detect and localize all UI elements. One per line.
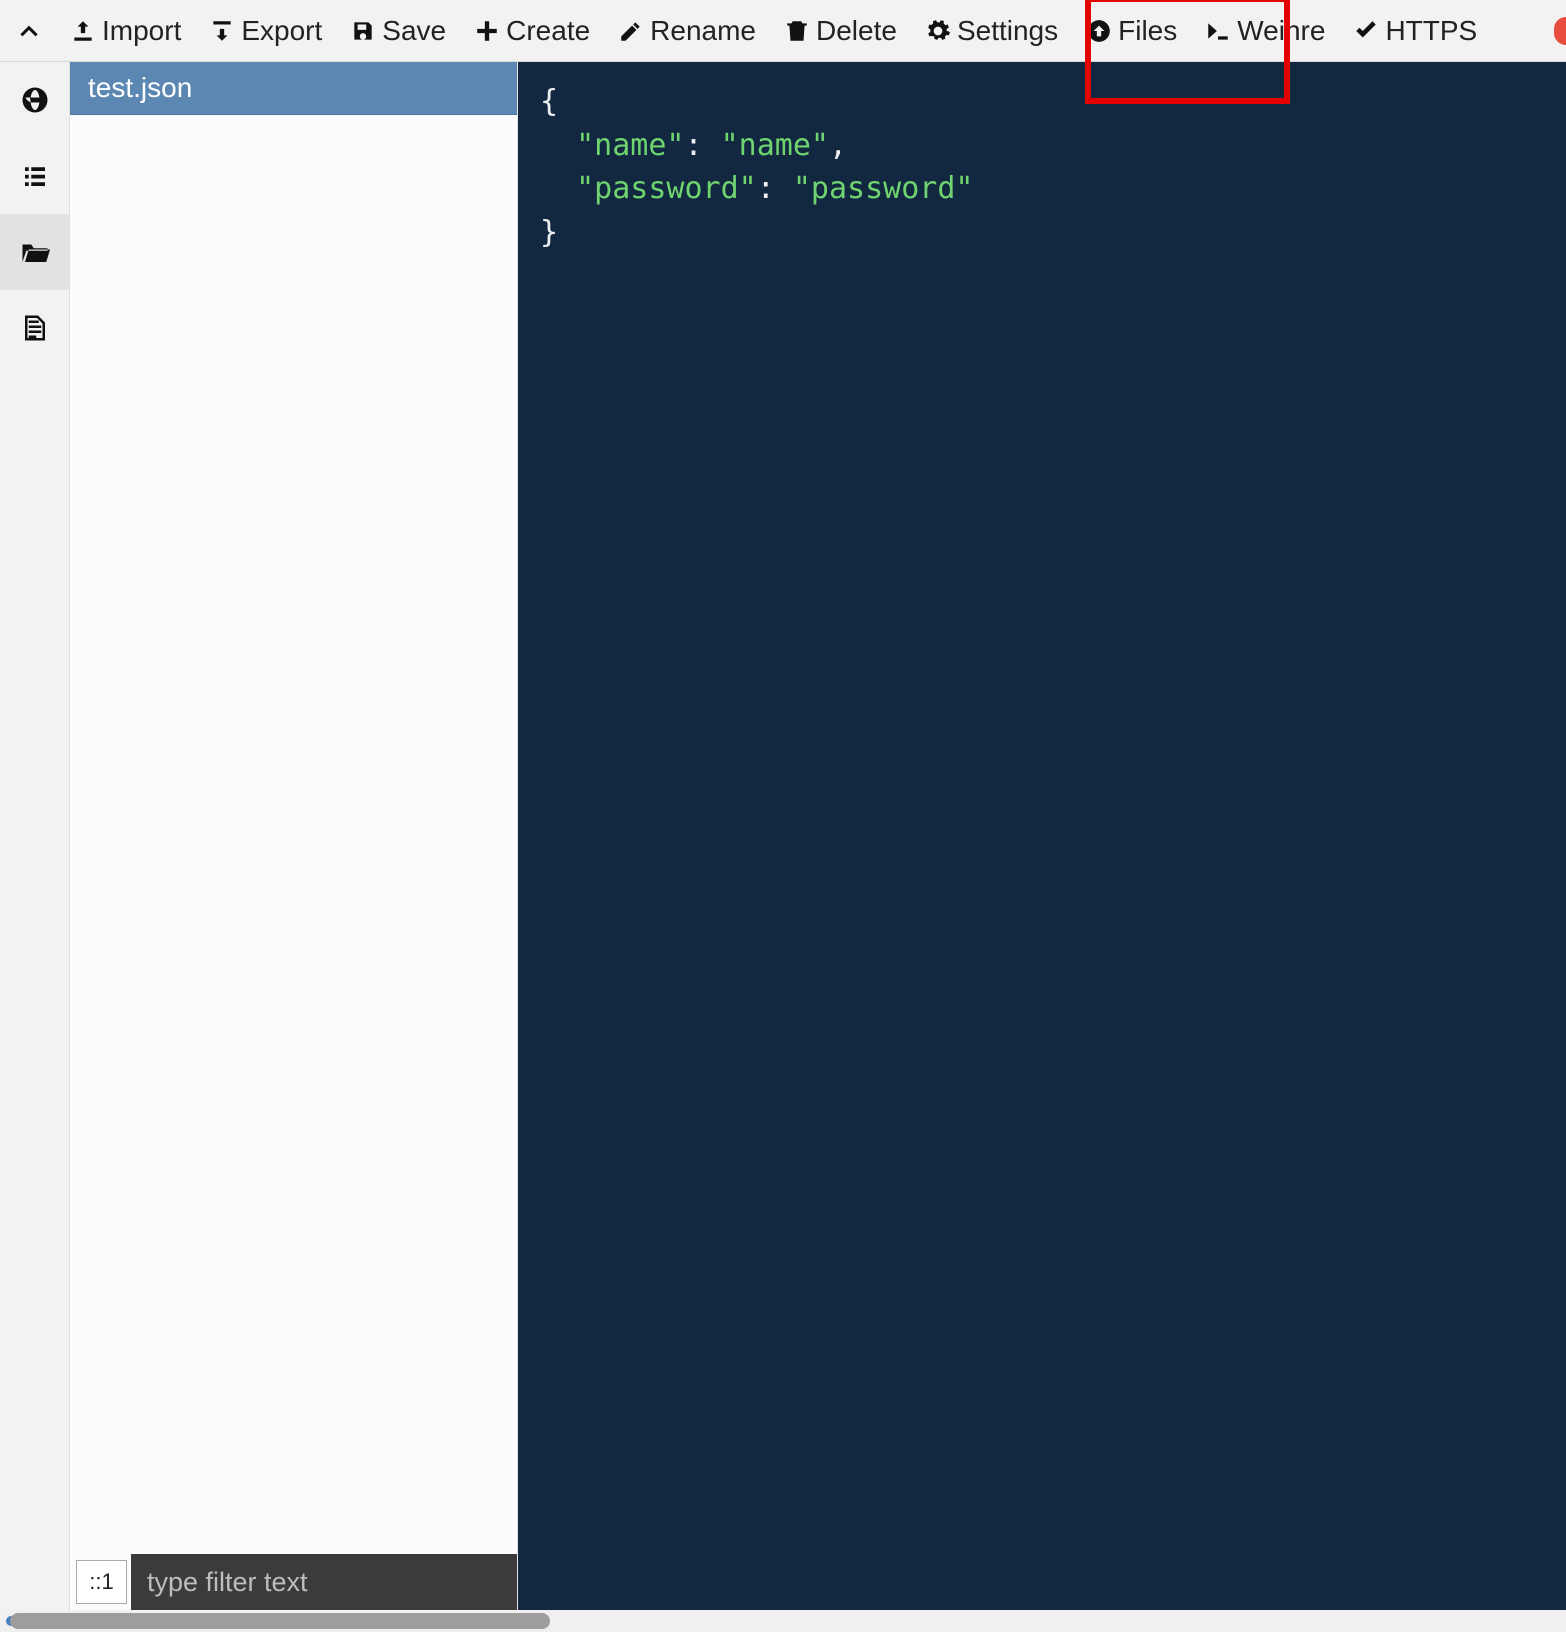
weinre-button[interactable]: Weinre <box>1191 0 1339 61</box>
rail-document[interactable] <box>0 290 69 366</box>
export-button[interactable]: Export <box>195 0 336 61</box>
save-icon <box>350 18 376 44</box>
rename-icon <box>618 18 644 44</box>
editor-colon: : <box>757 171 775 206</box>
file-tree-item[interactable]: test.json <box>70 62 517 115</box>
editor-value: "name" <box>721 128 829 163</box>
filter-scope-badge[interactable]: ::1 <box>76 1560 127 1604</box>
document-icon <box>20 313 50 343</box>
status-indicator-icon <box>1554 17 1566 45</box>
editor-value: "password" <box>793 171 974 206</box>
save-label: Save <box>382 15 446 47</box>
file-tree-item-label: test.json <box>88 72 192 103</box>
import-label: Import <box>102 15 181 47</box>
globe-icon <box>20 85 50 115</box>
file-tree-empty-area <box>70 115 517 1554</box>
weinre-label: Weinre <box>1237 15 1325 47</box>
filter-input[interactable] <box>131 1554 517 1610</box>
scrollbar-thumb[interactable] <box>10 1613 550 1629</box>
folder-open-icon <box>20 237 50 267</box>
export-icon <box>209 18 235 44</box>
import-button[interactable]: Import <box>56 0 195 61</box>
filter-scope-label: ::1 <box>89 1569 113 1595</box>
editor-brace-open: { <box>540 84 558 119</box>
files-label: Files <box>1118 15 1177 47</box>
code-editor[interactable]: { "name": "name", "password": "password"… <box>518 62 1566 1610</box>
upload-circle-icon <box>1086 18 1112 44</box>
chevron-up-icon <box>16 18 42 44</box>
check-icon <box>1353 18 1379 44</box>
rail-globe[interactable] <box>0 62 69 138</box>
editor-brace-close: } <box>540 215 558 250</box>
rail-list[interactable] <box>0 138 69 214</box>
rename-label: Rename <box>650 15 756 47</box>
gear-icon <box>925 18 951 44</box>
create-button[interactable]: Create <box>460 0 604 61</box>
https-label: HTTPS <box>1385 15 1477 47</box>
plus-icon <box>474 18 500 44</box>
export-label: Export <box>241 15 322 47</box>
editor-key: "name" <box>576 128 684 163</box>
save-button[interactable]: Save <box>336 0 460 61</box>
create-label: Create <box>506 15 590 47</box>
file-tree-panel: test.json ::1 <box>70 62 518 1610</box>
trash-icon <box>784 18 810 44</box>
filter-bar: ::1 <box>70 1554 517 1610</box>
https-button[interactable]: HTTPS <box>1339 0 1491 61</box>
delete-button[interactable]: Delete <box>770 0 911 61</box>
list-icon <box>20 161 50 191</box>
top-toolbar: Import Export Save Create Rename <box>0 0 1566 62</box>
rail-files[interactable] <box>0 214 69 290</box>
import-icon <box>70 18 96 44</box>
rename-button[interactable]: Rename <box>604 0 770 61</box>
editor-key: "password" <box>576 171 757 206</box>
view-rail <box>0 62 70 1610</box>
delete-label: Delete <box>816 15 897 47</box>
editor-comma: , <box>829 128 847 163</box>
settings-label: Settings <box>957 15 1058 47</box>
editor-colon: : <box>684 128 702 163</box>
horizontal-scrollbar[interactable] <box>0 1610 1566 1632</box>
settings-button[interactable]: Settings <box>911 0 1072 61</box>
files-button[interactable]: Files <box>1072 0 1191 61</box>
collapse-toggle[interactable] <box>8 0 56 61</box>
terminal-icon <box>1205 18 1231 44</box>
